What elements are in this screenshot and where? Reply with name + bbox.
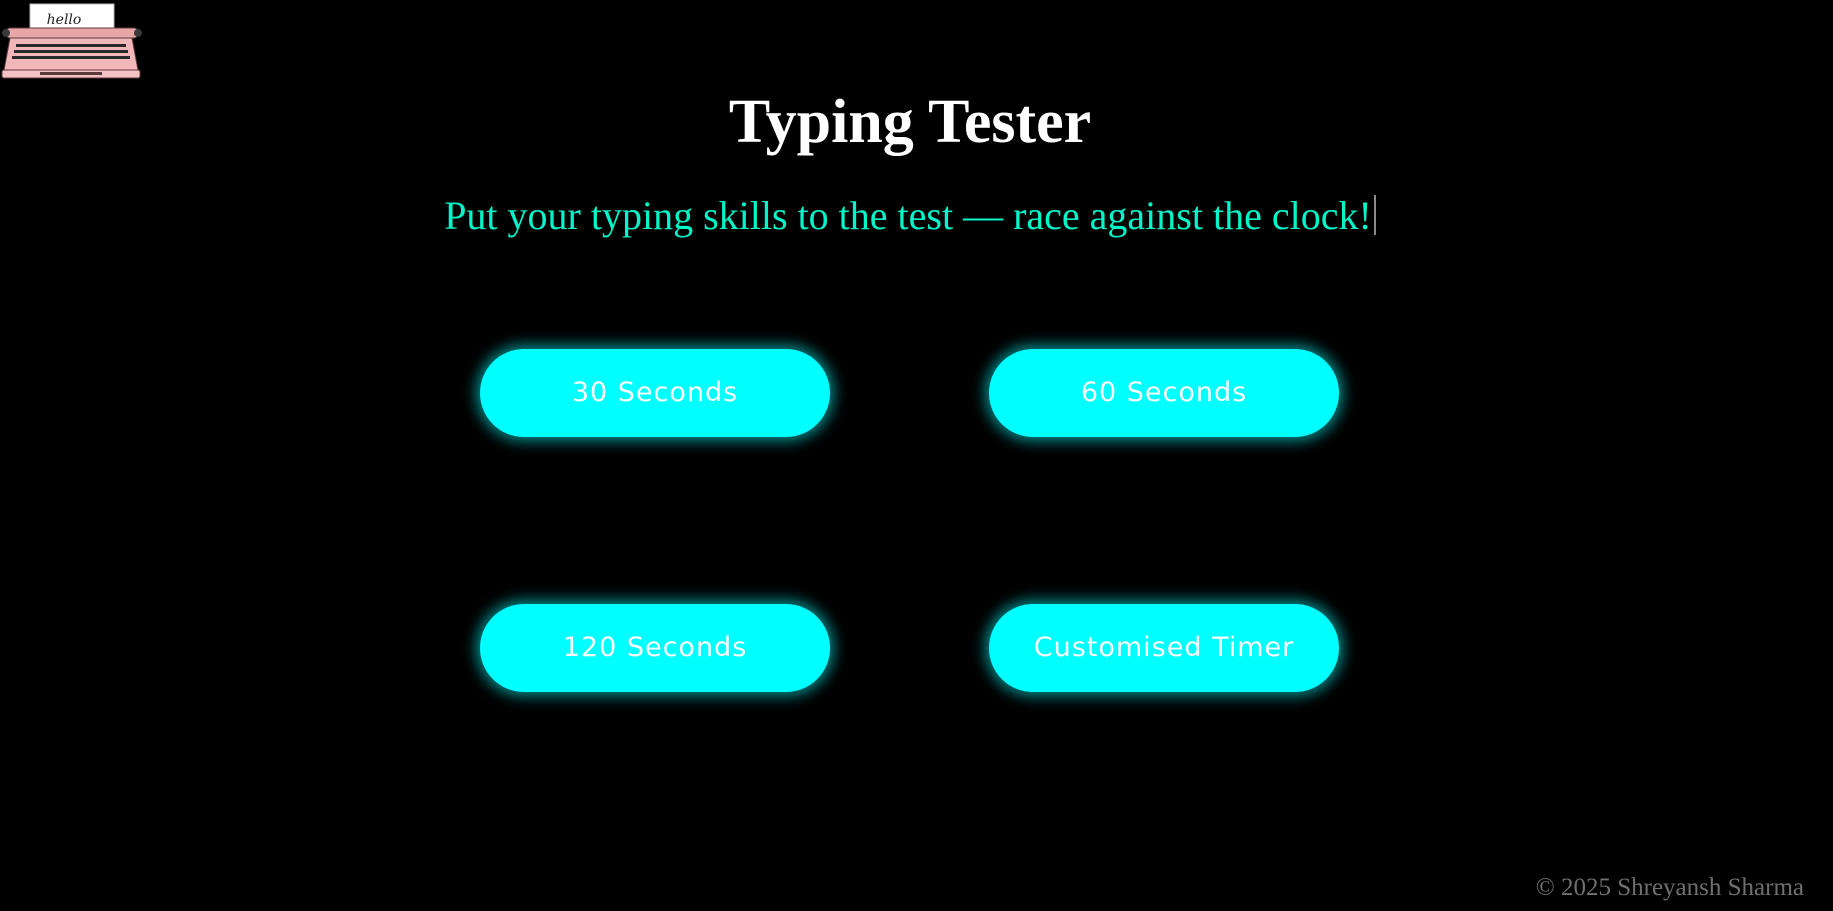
tagline: Put your typing skills to the test — rac…: [0, 190, 1820, 242]
tagline-text: Put your typing skills to the test — rac…: [444, 193, 1372, 238]
page: hello Typing Tester Put your typing skil…: [0, 0, 1833, 911]
logo-paper-text: hello: [47, 12, 82, 28]
timer-30-seconds-button[interactable]: 30 Seconds: [480, 349, 830, 437]
footer-copyright: © 2025 Shreyansh Sharma: [1535, 874, 1804, 901]
page-title: Typing Tester: [728, 88, 1092, 156]
timer-60-seconds-button[interactable]: 60 Seconds: [989, 349, 1339, 437]
timer-120-seconds-button[interactable]: 120 Seconds: [480, 604, 830, 692]
typewriter-icon: hello: [1, 3, 142, 79]
custom-timer-button[interactable]: Customised Timer: [989, 604, 1339, 692]
typing-caret: [1373, 195, 1376, 235]
